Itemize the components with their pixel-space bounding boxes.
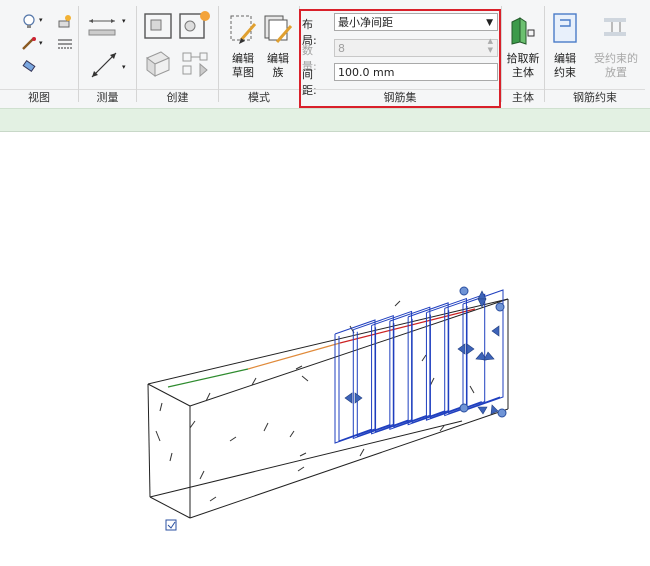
- highlight-frame: [299, 9, 501, 108]
- edge-green-segment: [167, 368, 249, 388]
- drag-arrow-icon[interactable]: [354, 392, 363, 404]
- edit-family-icon[interactable]: [263, 12, 293, 46]
- drag-arrow-icon[interactable]: [466, 343, 475, 355]
- panel-view-label: 视图: [0, 89, 78, 106]
- panel-host-label: 主体: [502, 89, 544, 106]
- drag-arrow-icon[interactable]: [491, 325, 500, 337]
- edit-constraints-button[interactable]: 编辑 约束: [545, 52, 585, 80]
- concrete-beam[interactable]: [147, 298, 509, 519]
- panel-create: 创建: [137, 0, 218, 108]
- create-parts-icon[interactable]: [180, 50, 210, 78]
- panel-create-label: 创建: [137, 89, 218, 106]
- constrained-placement-button: 受约束的 放置: [594, 52, 638, 79]
- bulb-icon[interactable]: [22, 14, 36, 30]
- panel-rebar-constraints: 编辑 约束 受约束的 放置 钢筋约束: [545, 0, 645, 108]
- panel-rebar-constraints-label: 钢筋约束: [545, 89, 645, 106]
- drag-arrow-icon[interactable]: [344, 392, 353, 404]
- aligned-dimension-icon[interactable]: [87, 16, 119, 40]
- constrained-placement-icon: [604, 18, 626, 36]
- dropdown-arrow-icon[interactable]: ▾: [122, 63, 126, 71]
- create-group-icon[interactable]: [143, 12, 173, 40]
- render-icon[interactable]: [57, 13, 73, 29]
- linework-icon[interactable]: [57, 38, 73, 50]
- drag-arrow-icon[interactable]: [457, 343, 466, 355]
- beam-3d-view[interactable]: [0, 131, 650, 563]
- create-similar-icon[interactable]: [178, 10, 212, 40]
- dropdown-arrow-icon[interactable]: ▾: [39, 39, 43, 47]
- dropdown-arrow-icon[interactable]: ▾: [122, 17, 126, 25]
- panel-mode-label: 模式: [219, 89, 299, 106]
- panel-mode: 编辑 草图 编辑 族 模式: [219, 0, 299, 108]
- ribbon-footer-bar: [0, 108, 650, 132]
- edit-sketch-icon[interactable]: [229, 12, 259, 46]
- view-cube-marker[interactable]: [165, 519, 177, 531]
- grip-handle[interactable]: [497, 408, 507, 418]
- grip-handle[interactable]: [459, 403, 469, 413]
- grip-handle[interactable]: [459, 286, 469, 296]
- brush-icon[interactable]: [21, 37, 37, 51]
- drag-arrow-icon[interactable]: [477, 406, 488, 415]
- pick-host-icon[interactable]: [508, 14, 538, 46]
- edit-constraints-icon[interactable]: [552, 12, 578, 44]
- edit-family-button[interactable]: 编辑 族: [258, 52, 298, 80]
- edge-red-segment: [339, 308, 476, 344]
- rebar-set[interactable]: [334, 289, 504, 444]
- measure-icon[interactable]: [89, 50, 119, 80]
- create-assembly-icon[interactable]: [143, 48, 173, 78]
- pick-new-host-button[interactable]: 拾取新 主体: [502, 52, 544, 80]
- panel-measure-label: 测量: [79, 89, 136, 106]
- edge-orange-segment: [247, 342, 341, 370]
- ribbon: ▾ ▾ 视图 ▾ ▾ 测量 创建 编辑 草图 编辑 族 模式 布局: 最小净间距…: [0, 0, 650, 108]
- grip-handle[interactable]: [495, 302, 505, 312]
- drag-arrow-icon[interactable]: [483, 351, 495, 361]
- panel-view: ▾ ▾ 视图: [0, 0, 78, 108]
- drawing-viewport[interactable]: [0, 131, 650, 563]
- eraser-icon[interactable]: [22, 59, 36, 73]
- edit-sketch-button[interactable]: 编辑 草图: [223, 52, 263, 80]
- panel-measure: ▾ ▾ 测量: [79, 0, 136, 108]
- dropdown-arrow-icon[interactable]: ▾: [39, 16, 43, 24]
- panel-host: 拾取新 主体 主体: [502, 0, 544, 108]
